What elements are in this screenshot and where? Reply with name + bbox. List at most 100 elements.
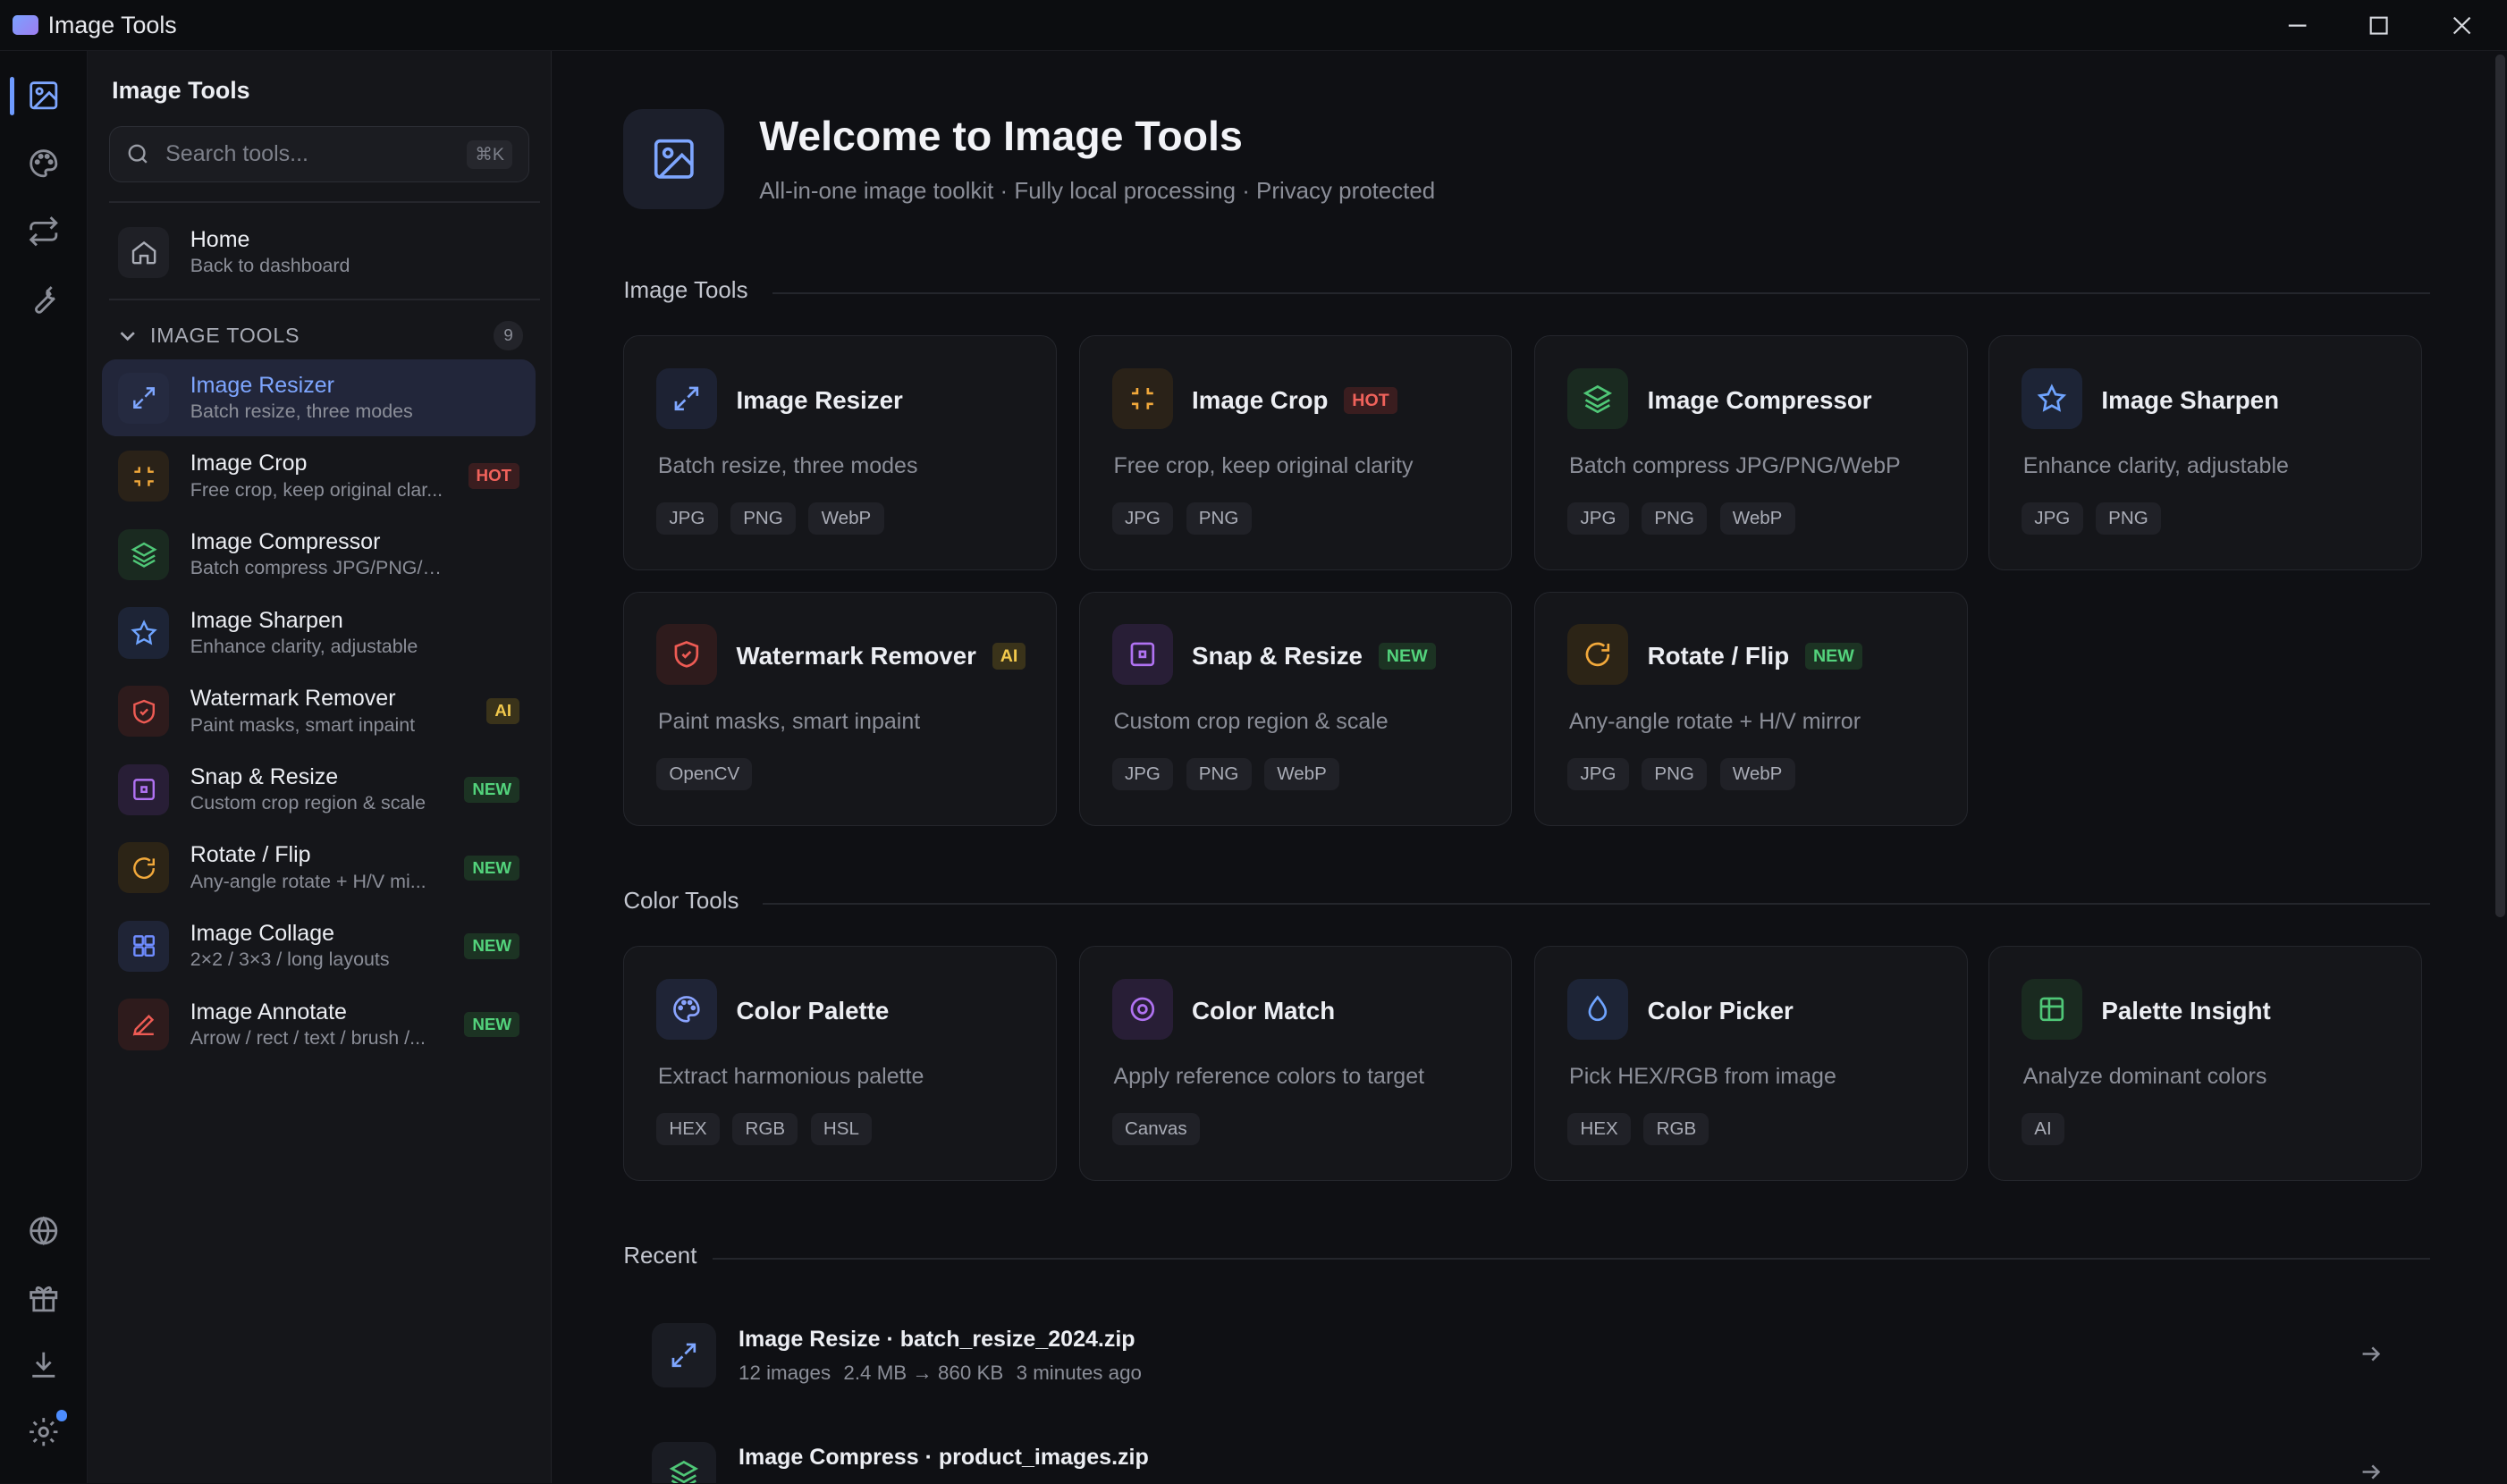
card-image-crop[interactable]: Image Crop HOT Free crop, keep original c… (1078, 335, 1513, 571)
format-tag: JPG (1567, 758, 1629, 791)
title-bar: Image Tools (0, 0, 2507, 52)
card-description: Pick HEX/RGB from image (1569, 1063, 1836, 1089)
card-description: Batch resize, three modes (657, 452, 918, 478)
sidebar-item-label: Home (190, 226, 250, 252)
main-content: Welcome to Image Tools All-in-one image … (553, 51, 2507, 1484)
sidebar-item-image-collage[interactable]: Image Collage 2×2 / 3×3 / long layouts N… (102, 908, 536, 985)
activity-utilities[interactable] (0, 268, 88, 329)
shield-icon (656, 624, 717, 686)
hot-badge: HOT (1344, 386, 1397, 415)
activity-settings[interactable] (0, 1402, 88, 1463)
palette-icon (656, 979, 717, 1041)
card-title: Image Resizer (736, 385, 903, 414)
card-image-resizer[interactable]: Image Resizer Batch resize, three modes … (623, 335, 1057, 571)
format-tag: WebP (1719, 502, 1795, 535)
card-rotate-flip[interactable]: Rotate / Flip NEW Any-angle rotate + H/V … (1534, 591, 1969, 827)
card-title: Color Match (1192, 996, 1336, 1024)
card-color-match[interactable]: Color Match Apply reference colors to ta… (1078, 946, 1513, 1182)
activity-gifts[interactable] (0, 1268, 88, 1328)
chevron-down-icon (120, 331, 136, 341)
layers-icon (118, 528, 170, 580)
new-badge: NEW (464, 776, 520, 803)
card-title: Snap & Resize (1192, 641, 1363, 670)
search-shortcut: ⌘K (467, 139, 512, 169)
shield-icon (118, 686, 170, 738)
arrow-right-icon[interactable] (2359, 1461, 2382, 1483)
sidebar-item-image-sharpen[interactable]: Image Sharpen Enhance clarity, adjustabl… (102, 594, 536, 671)
page-title: Welcome to Image Tools (759, 113, 1243, 160)
card-description: Batch compress JPG/PNG/WebP (1569, 452, 1901, 478)
table-icon (2022, 979, 2082, 1041)
grid-icon (118, 920, 170, 973)
sidebar-title: Image Tools (112, 76, 250, 104)
card-image-sharpen[interactable]: Image Sharpen Enhance clarity, adjustabl… (1988, 335, 2422, 571)
resize-icon (652, 1323, 716, 1387)
format-tag: JPG (1111, 502, 1174, 535)
format-tag: JPG (656, 502, 718, 535)
format-tag: JPG (1111, 758, 1174, 791)
card-palette-insight[interactable]: Palette Insight Analyze dominant colors … (1988, 946, 2422, 1182)
format-tag: WebP (808, 502, 884, 535)
card-watermark-remover[interactable]: Watermark Remover AI Paint masks, smart i… (623, 591, 1057, 827)
pen-icon (118, 999, 170, 1050)
page-subtitle: All-in-one image toolkit · Fully local p… (759, 179, 1436, 205)
recent-item[interactable]: Image Compress · product_images.zip (649, 1441, 2440, 1484)
card-description: Any-angle rotate + H/V mirror (1569, 709, 1861, 735)
activity-downloads[interactable] (0, 1335, 88, 1395)
card-color-picker[interactable]: Color Picker Pick HEX/RGB from image HEX… (1534, 946, 1969, 1182)
new-badge: NEW (464, 855, 520, 881)
maximize-button[interactable] (2339, 0, 2418, 51)
close-button[interactable] (2422, 0, 2502, 51)
recent-item-count: 12 images (739, 1362, 831, 1385)
activity-bar (0, 51, 89, 1484)
format-tag: RGB (732, 1113, 798, 1146)
sidebar-item-label: Image Resizer (190, 372, 334, 398)
sidebar-item-snap-resize[interactable]: Snap & Resize Custom crop region & scale… (102, 751, 536, 828)
sidebar-item-home[interactable]: Home Back to dashboard (102, 215, 536, 291)
card-color-palette[interactable]: Color Palette Extract harmonious palette… (623, 946, 1057, 1182)
search-icon (129, 144, 148, 164)
activity-color-tools[interactable] (0, 132, 88, 193)
app-logo (13, 15, 38, 35)
crop-icon (118, 451, 170, 502)
sidebar-item-watermark-remover[interactable]: Watermark Remover Paint masks, smart inp… (102, 673, 536, 750)
search-input[interactable] (162, 139, 451, 169)
format-tag: Canvas (1111, 1113, 1200, 1146)
scrollbar[interactable] (2492, 51, 2506, 1483)
sidebar-item-image-crop[interactable]: Image Crop Free crop, keep original clar… (102, 438, 536, 515)
sidebar-item-rotate-flip[interactable]: Rotate / Flip Any-angle rotate + H/V mi.… (102, 830, 536, 906)
scrollbar-thumb[interactable] (2495, 54, 2505, 918)
ai-badge: AI (992, 642, 1026, 670)
section-title-recent: Recent (623, 1244, 697, 1269)
search-box[interactable]: ⌘K (108, 126, 529, 182)
sidebar-item-label: Watermark Remover (190, 686, 396, 712)
card-description: Custom crop region & scale (1113, 709, 1389, 735)
new-badge: NEW (464, 933, 520, 959)
section-toggle-image-tools[interactable]: IMAGE TOOLS 9 (118, 321, 523, 350)
card-snap-resize[interactable]: Snap & Resize NEW Custom crop region & sc… (1078, 591, 1513, 827)
sidebar-item-sublabel: Batch resize, three modes (190, 401, 413, 423)
activity-language[interactable] (0, 1201, 88, 1261)
recent-item-title: Image Resize · batch_resize_2024.zip (739, 1327, 1135, 1352)
minimize-button[interactable] (2258, 0, 2337, 51)
divider (108, 201, 541, 204)
droplet-icon (1567, 979, 1629, 1041)
card-image-compressor[interactable]: Image Compressor Batch compress JPG/PNG/… (1534, 335, 1969, 571)
new-badge: NEW (464, 1011, 520, 1038)
recent-item[interactable]: Image Resize · batch_resize_2024.zip 12 … (649, 1323, 2440, 1419)
card-title: Image Crop (1192, 385, 1329, 414)
card-title: Watermark Remover (736, 641, 976, 670)
wrench-icon (35, 285, 56, 314)
sidebar-item-image-resizer[interactable]: Image Resizer Batch resize, three modes (102, 359, 536, 437)
sidebar-item-image-annotate[interactable]: Image Annotate Arrow / rect / text / bru… (102, 986, 536, 1063)
minimize-icon (2288, 24, 2307, 27)
card-title: Rotate / Flip (1647, 641, 1790, 670)
section-label: IMAGE TOOLS (150, 323, 300, 347)
recent-item-title: Image Compress · product_images.zip (739, 1445, 1149, 1471)
sidebar-item-image-compressor[interactable]: Image Compressor Batch compress JPG/PNG/… (102, 517, 536, 594)
sidebar-item-sublabel: Custom crop region & scale (190, 792, 426, 814)
activity-convert[interactable] (0, 201, 88, 262)
activity-image-tools[interactable] (0, 65, 88, 126)
section-divider (762, 903, 2430, 905)
arrow-right-icon[interactable] (2359, 1343, 2382, 1365)
